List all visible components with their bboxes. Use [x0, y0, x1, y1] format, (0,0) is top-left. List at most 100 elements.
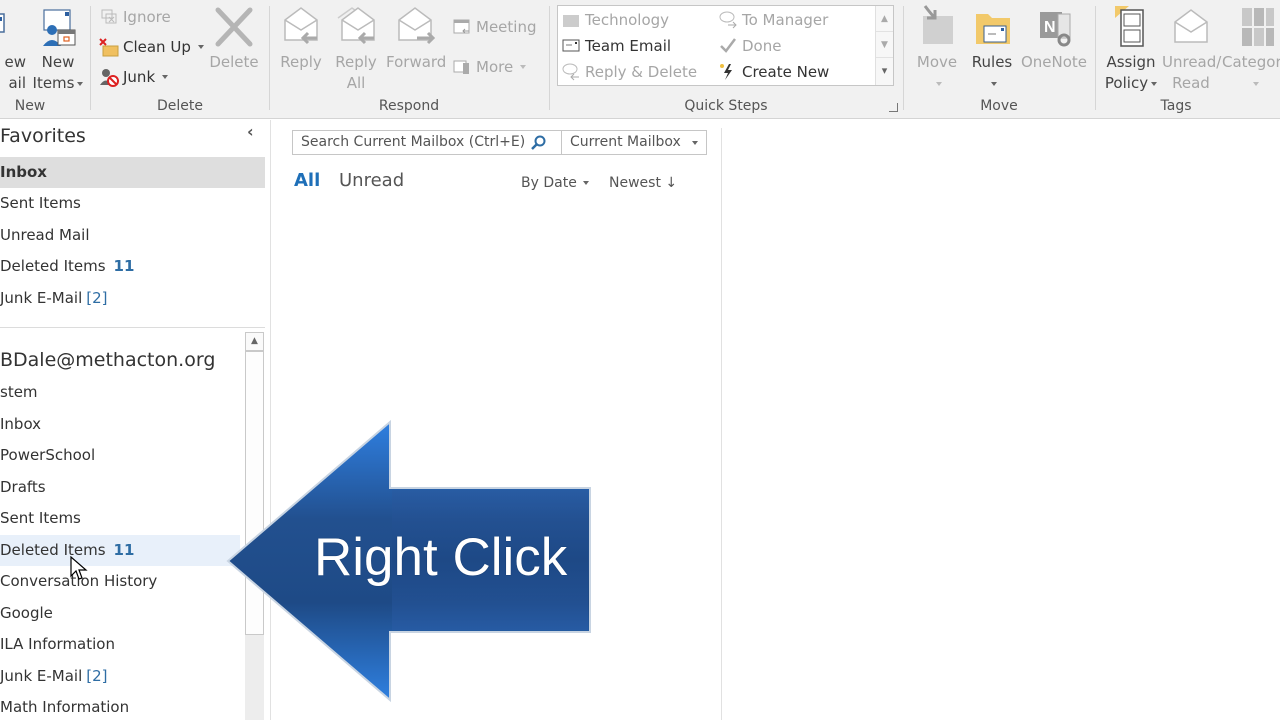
more-respond-button[interactable]: More	[452, 57, 527, 77]
reply-button[interactable]: Reply	[280, 4, 322, 73]
folder-item-ila-information[interactable]: ILA Information	[0, 629, 240, 660]
folder-item-system[interactable]: stem	[0, 377, 240, 408]
new-items-icon	[38, 4, 78, 50]
scroll-up-arrow-icon[interactable]: ▲	[245, 332, 264, 351]
new-email-icon	[0, 4, 26, 50]
chevron-down-icon	[692, 141, 698, 145]
assign-policy-button[interactable]: Assign Policy	[1100, 4, 1162, 94]
search-icon[interactable]	[531, 135, 547, 151]
account-header[interactable]: BDale@methacton.org	[0, 349, 215, 371]
folder-item-drafts[interactable]: Drafts	[0, 472, 240, 503]
sort-order-toggle[interactable]: Newest ↓	[609, 175, 677, 191]
clean-up-icon	[99, 37, 119, 57]
more-respond-label: More	[476, 58, 514, 76]
categorize-icon	[1234, 4, 1276, 50]
search-placeholder: Search Current Mailbox (Ctrl+E)	[301, 134, 526, 150]
group-label-delete: Delete	[157, 98, 203, 114]
filter-all-tab[interactable]: All	[294, 170, 320, 191]
item-count: [2]	[86, 289, 108, 307]
message-list-border	[721, 128, 722, 720]
ignore-button[interactable]: Ignore	[99, 7, 171, 27]
folder-label: Inbox	[0, 163, 47, 181]
group-label-respond: Respond	[378, 98, 440, 114]
rules-button[interactable]: Rules	[968, 4, 1016, 94]
reply-all-label: Reply All	[335, 53, 377, 92]
folder-item-sent-items[interactable]: Sent Items	[0, 503, 240, 534]
folder-item-conversation-history[interactable]: Conversation History	[0, 566, 240, 597]
favorite-item-junk-email[interactable]: Junk E-Mail [2]	[0, 283, 265, 314]
search-scope-dropdown[interactable]: Current Mailbox	[561, 130, 707, 155]
onenote-button[interactable]: N OneNote	[1020, 4, 1088, 73]
arrow-callout-text: Right Click	[314, 528, 568, 587]
move-label: Move	[916, 53, 958, 71]
categorize-button[interactable]: Categor	[1222, 4, 1280, 94]
ribbon-group-quick-steps: Quick Steps	[550, 0, 902, 118]
delete-label: Delete	[209, 53, 259, 71]
group-label-new: New	[14, 98, 46, 114]
forward-label: Forward	[386, 53, 447, 71]
forward-icon	[395, 4, 436, 50]
folder-label: Math Information	[0, 698, 130, 716]
clean-up-button[interactable]: Clean Up	[99, 37, 204, 57]
folder-item-junk-email[interactable]: Junk E-Mail [2]	[0, 661, 240, 692]
ribbon-group-tags: Assign Policy Unread/Read Categor Tags	[1096, 0, 1280, 118]
folder-item-inbox[interactable]: Inbox	[0, 409, 240, 440]
meeting-button[interactable]: Meeting	[452, 17, 536, 37]
favorite-item-deleted-items[interactable]: Deleted Items 11	[0, 251, 265, 282]
move-button[interactable]: Move	[912, 4, 962, 94]
delete-x-icon	[214, 4, 254, 50]
mouse-cursor-icon	[70, 556, 88, 580]
new-email-button[interactable]: ew ail	[0, 4, 26, 94]
svg-text:N: N	[1044, 19, 1056, 36]
chevron-down-icon	[162, 75, 169, 79]
assign-policy-label: Assign Policy	[1104, 53, 1158, 92]
unread-read-label: Unread/Read	[1162, 53, 1222, 92]
ribbon-group-move: Move Rules N OneNote Move	[904, 0, 1094, 118]
folder-label: Google	[0, 604, 53, 622]
folder-label: Sent Items	[0, 194, 81, 212]
ignore-icon	[99, 7, 119, 27]
folder-item-powerschool[interactable]: PowerSchool	[0, 440, 240, 471]
collapse-pane-icon[interactable]: ‹	[247, 122, 254, 141]
pane-divider	[0, 327, 265, 328]
item-count: [2]	[86, 667, 108, 685]
ribbon-group-new: ew ail New Items New	[0, 0, 90, 118]
reply-icon	[281, 4, 321, 50]
forward-button[interactable]: Forward	[386, 4, 447, 73]
folder-label: Junk E-Mail	[0, 667, 83, 685]
rules-label: Rules	[971, 53, 1013, 71]
filter-unread-tab[interactable]: Unread	[339, 170, 404, 191]
folder-label: Unread Mail	[0, 226, 90, 244]
ribbon-group-delete: Ignore Clean Up Junk Delete Delete	[91, 0, 269, 118]
folder-label: Deleted Items	[0, 257, 106, 275]
folder-item-math-information[interactable]: Math Information	[0, 692, 240, 720]
folder-item-deleted-items[interactable]: Deleted Items 11	[0, 535, 240, 566]
favorite-item-unread-mail[interactable]: Unread Mail	[0, 220, 265, 251]
rules-icon	[972, 4, 1012, 50]
folder-label: Inbox	[0, 415, 42, 433]
junk-label: Junk	[123, 68, 156, 86]
new-items-button[interactable]: New Items	[30, 4, 86, 94]
chevron-down-icon	[1151, 81, 1158, 86]
ignore-label: Ignore	[123, 8, 171, 26]
chevron-down-icon	[520, 65, 527, 69]
folder-item-google[interactable]: Google	[0, 598, 240, 629]
chevron-down-icon	[582, 181, 589, 185]
favorite-item-inbox[interactable]: Inbox	[0, 157, 265, 188]
meeting-icon	[452, 17, 472, 37]
delete-button[interactable]: Delete	[209, 4, 259, 73]
assign-policy-icon	[1111, 4, 1151, 50]
reply-all-button[interactable]: Reply All	[334, 4, 378, 94]
search-input[interactable]: Search Current Mailbox (Ctrl+E)	[292, 130, 562, 155]
chevron-down-icon	[197, 45, 204, 49]
junk-button[interactable]: Junk	[99, 67, 169, 87]
clean-up-label: Clean Up	[123, 38, 191, 56]
chevron-down-icon	[990, 81, 997, 86]
group-label-move: Move	[980, 98, 1018, 114]
favorites-header[interactable]: Favorites	[0, 125, 86, 147]
unread-count: 11	[113, 257, 135, 275]
unread-read-button[interactable]: Unread/Read	[1162, 4, 1222, 94]
favorite-item-sent-items[interactable]: Sent Items	[0, 188, 265, 219]
dialog-launcher-icon[interactable]	[889, 103, 898, 112]
sort-by-dropdown[interactable]: By Date	[521, 175, 589, 191]
